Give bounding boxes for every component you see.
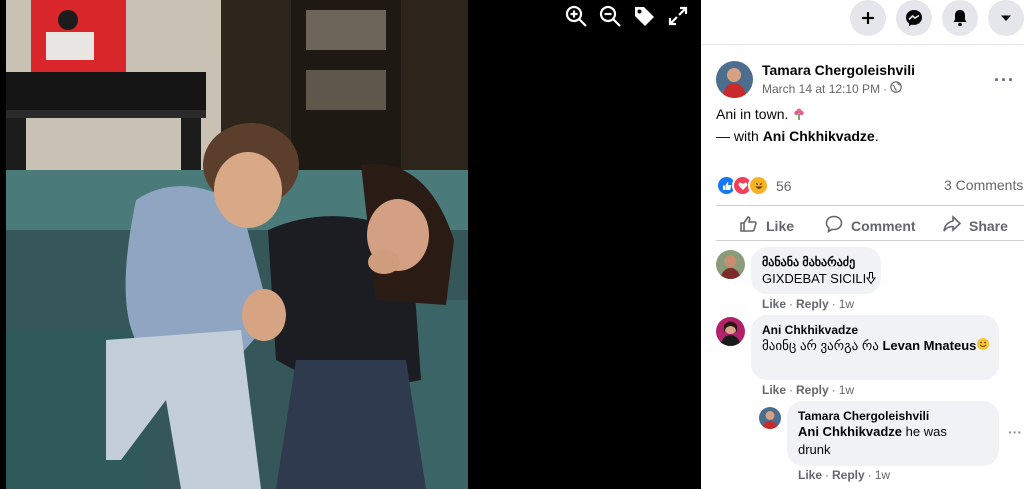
like-icon — [739, 214, 759, 237]
tagged-user-link[interactable]: Ani Chkhikvadze — [763, 128, 875, 144]
share-label: Share — [969, 217, 1008, 234]
comment-author[interactable]: მანანა მახარაძე — [762, 255, 855, 269]
meta-separator: · — [883, 81, 888, 96]
zoom-in-icon[interactable] — [564, 4, 588, 28]
pointing-down-emoji-icon — [866, 271, 877, 289]
comment-text: GIXDEBAT SICILI — [762, 270, 877, 289]
tag-prefix: — with — [716, 128, 759, 144]
post-panel: Tamara Chergoleishvili March 14 at 12:10… — [701, 0, 1024, 489]
reactions-summary[interactable]: 56 — [716, 175, 792, 196]
like-label: Like — [766, 217, 795, 234]
photo-viewer — [0, 0, 701, 489]
account-dropdown-icon[interactable] — [988, 0, 1024, 36]
comment-text: Ani Chkhikvadze he was drunk — [798, 423, 968, 459]
avatar[interactable] — [716, 250, 745, 279]
comment-button[interactable]: Comment — [824, 214, 916, 237]
comment-icon — [824, 214, 844, 237]
flower-emoji-icon — [792, 107, 806, 124]
post-date[interactable]: March 14 at 12:10 PM — [762, 82, 880, 96]
post-meta: March 14 at 12:10 PM · — [762, 81, 902, 96]
comment-like-link[interactable]: Like — [762, 297, 786, 311]
plus-icon[interactable] — [850, 0, 886, 36]
comment-time[interactable]: 1w — [839, 383, 854, 397]
reaction-count: 56 — [776, 177, 792, 194]
comment-label: Comment — [851, 217, 916, 234]
comment-like-link[interactable]: Like — [762, 383, 786, 397]
comment-bubble: Ani Chkhikvadze მაინც არ ვარგა რა Levan … — [751, 315, 999, 380]
comment-reply-link[interactable]: Reply — [832, 468, 865, 482]
haha-reaction-icon — [748, 175, 769, 196]
notifications-icon[interactable] — [942, 0, 978, 36]
comment-like-link[interactable]: Like — [798, 468, 822, 482]
post-text-line1: Ani in town. — [716, 106, 806, 124]
smile-emoji-icon — [976, 337, 990, 356]
comment-reply-link[interactable]: Reply — [796, 297, 829, 311]
zoom-out-icon[interactable] — [598, 4, 622, 28]
comment-body: GIXDEBAT SICILI — [762, 271, 867, 286]
comment-actions: Like · Reply · 1w — [762, 383, 855, 397]
comment-reply-link[interactable]: Reply — [796, 383, 829, 397]
share-icon — [942, 214, 962, 237]
like-button[interactable]: Like — [739, 214, 794, 237]
comment-author[interactable]: Tamara Chergoleishvili — [798, 409, 929, 423]
mentioned-user-link[interactable]: Levan Mnateus — [882, 338, 976, 353]
comment-bubble: Tamara Chergoleishvili Ani Chkhikvadze h… — [787, 401, 999, 466]
comments-count-link[interactable]: 3 Comments — [944, 177, 1023, 193]
tag-suffix: . — [874, 128, 879, 144]
divider — [716, 240, 1024, 241]
post-caption: Ani in town. — [716, 106, 789, 122]
avatar[interactable] — [716, 61, 753, 98]
comment-author[interactable]: Ani Chkhikvadze — [762, 323, 858, 337]
divider — [716, 205, 1024, 206]
tag-icon[interactable] — [632, 4, 656, 28]
mentioned-user-link[interactable]: Ani Chkhikvadze — [798, 424, 902, 439]
comment-options-icon[interactable]: ··· — [1008, 424, 1022, 440]
comment-time[interactable]: 1w — [839, 297, 854, 311]
avatar[interactable] — [759, 407, 781, 429]
avatar[interactable] — [716, 317, 745, 346]
top-bar — [701, 0, 1024, 45]
comment-actions: Like · Reply · 1w — [762, 297, 855, 311]
public-globe-icon[interactable] — [890, 81, 902, 96]
comment-text: მაინც არ ვარგა რა Levan Mnateus — [762, 337, 992, 356]
comment-time[interactable]: 1w — [875, 468, 890, 482]
photo-illustration — [6, 0, 468, 489]
comment-body: მაინც არ ვარგა რა — [762, 338, 879, 353]
comment-actions: Like · Reply · 1w — [798, 468, 891, 482]
post-tag-line: — with Ani Chkhikvadze. — [716, 128, 879, 144]
post-options-icon[interactable]: ··· — [994, 70, 1015, 91]
post-photo[interactable] — [6, 0, 468, 489]
fullscreen-icon[interactable] — [666, 4, 690, 28]
comment-bubble: მანანა მახარაძე GIXDEBAT SICILI — [751, 247, 881, 294]
messenger-icon[interactable] — [896, 0, 932, 36]
share-button[interactable]: Share — [942, 214, 1008, 237]
post-author-name[interactable]: Tamara Chergoleishvili — [762, 62, 915, 78]
